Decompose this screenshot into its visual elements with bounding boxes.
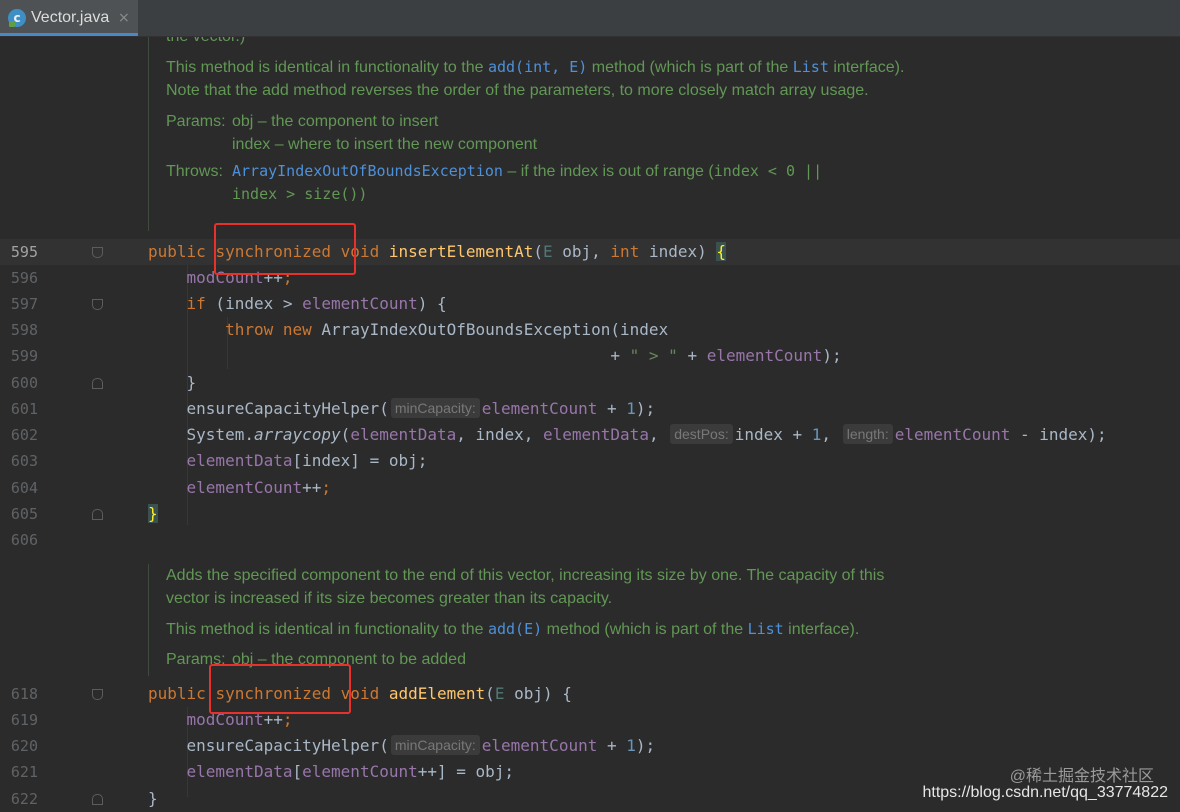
line-number: 602: [10, 426, 38, 444]
fold-marker[interactable]: [92, 689, 103, 700]
param-hint: destPos:: [670, 424, 733, 444]
doc-throws: Throws: ArrayIndexOutOfBoundsException –…: [166, 162, 823, 203]
line-number: 621: [10, 763, 38, 781]
highlight-box-synchronized-2: [209, 664, 351, 714]
code-line-600[interactable]: }: [148, 370, 197, 396]
code-line-620[interactable]: ensureCapacityHelper(minCapacity: element…: [148, 733, 655, 759]
param-hint: length:: [842, 424, 893, 444]
fold-marker[interactable]: [92, 247, 103, 258]
line-number: 620: [10, 737, 38, 755]
code-line-622[interactable]: }: [148, 786, 158, 812]
code-line-604[interactable]: elementCount++;: [148, 475, 332, 501]
line-number: 599: [10, 347, 38, 365]
line-number: 619: [10, 711, 38, 729]
code-line-601[interactable]: ensureCapacityHelper(minCapacity: element…: [148, 396, 655, 422]
matched-brace: }: [148, 504, 158, 523]
line-number: 603: [10, 452, 38, 470]
code-editor[interactable]: the vector.) This method is identical in…: [0, 37, 1180, 812]
param-hint: minCapacity:: [390, 735, 480, 755]
doc-link-list[interactable]: List: [748, 620, 784, 638]
fold-marker[interactable]: [92, 509, 103, 520]
java-class-icon: c: [8, 9, 26, 27]
line-number: 601: [10, 400, 38, 418]
close-icon[interactable]: ×: [118, 9, 130, 27]
line-number: 597: [10, 295, 38, 313]
code-line-605[interactable]: }: [148, 501, 158, 527]
matched-brace: {: [716, 242, 727, 261]
doc-paragraph: Adds the specified component to the end …: [166, 567, 885, 607]
watermark-csdn: https://blog.csdn.net/qq_33774822: [922, 784, 1168, 801]
doc-paragraph: This method is identical in functionalit…: [166, 58, 905, 99]
doc-link-add[interactable]: add(E): [488, 620, 542, 638]
code-line-599[interactable]: + " > " + elementCount);: [148, 343, 841, 369]
fold-marker[interactable]: [92, 794, 103, 805]
javadoc-addElement: Adds the specified component to the end …: [148, 564, 928, 676]
code-line-603[interactable]: elementData[index] = obj;: [148, 448, 428, 474]
line-number: 605: [10, 505, 38, 523]
param-hint: minCapacity:: [390, 398, 480, 418]
highlight-box-synchronized-1: [214, 223, 356, 275]
line-number: 600: [10, 374, 38, 392]
javadoc-insertElementAt: the vector.) This method is identical in…: [148, 37, 928, 231]
fold-marker[interactable]: [92, 299, 103, 310]
tab-label: Vector.java: [31, 9, 110, 26]
line-number: 598: [10, 321, 38, 339]
doc-paragraph: This method is identical in functionalit…: [166, 620, 860, 638]
fold-marker[interactable]: [92, 378, 103, 389]
line-number: 622: [10, 790, 38, 808]
editor-tab-bar: c Vector.java ×: [0, 0, 1180, 37]
code-line-597[interactable]: if (index > elementCount) {: [148, 291, 447, 317]
doc-fragment: the vector.): [166, 37, 928, 48]
line-number: 596: [10, 269, 38, 287]
code-line-598[interactable]: throw new ArrayIndexOutOfBoundsException…: [148, 317, 668, 343]
tab-vector-java[interactable]: c Vector.java ×: [0, 0, 138, 36]
doc-params: Params: obj – the component to insert in…: [166, 113, 538, 153]
line-number: 595: [10, 243, 38, 261]
doc-link-list[interactable]: List: [793, 58, 829, 76]
line-number: 604: [10, 479, 38, 497]
line-number: 618: [10, 685, 38, 703]
code-line-602[interactable]: System.arraycopy(elementData, index, ele…: [148, 422, 1107, 448]
doc-link-add[interactable]: add(int, E): [488, 58, 587, 76]
code-line-621[interactable]: elementData[elementCount++] = obj;: [148, 759, 515, 785]
doc-link-exception[interactable]: ArrayIndexOutOfBoundsException: [232, 162, 503, 180]
line-number: 606: [10, 531, 38, 549]
